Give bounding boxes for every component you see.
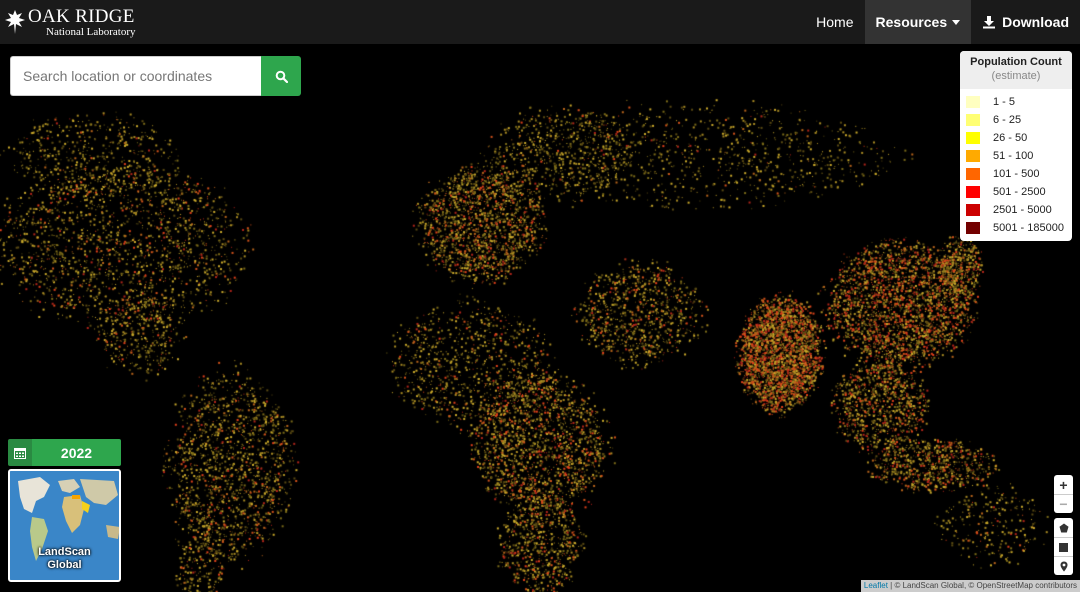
year-value: 2022 xyxy=(32,439,121,466)
leaf-icon xyxy=(5,10,25,34)
search-bar xyxy=(10,56,301,96)
map-attribution: Leaflet | © LandScan Global, © OpenStree… xyxy=(860,580,1080,592)
nav-download-label: Download xyxy=(1002,14,1069,30)
legend-label: 5001 - 185000 xyxy=(993,222,1064,234)
draw-marker-button[interactable] xyxy=(1054,556,1073,575)
nav-download[interactable]: Download xyxy=(971,0,1080,44)
search-button[interactable] xyxy=(261,56,301,96)
basemap-label: LandScan Global xyxy=(10,546,119,572)
zoom-control: + − xyxy=(1054,475,1073,513)
legend-header: Population Count (estimate) xyxy=(960,51,1072,89)
logo-subtitle: National Laboratory xyxy=(46,25,136,38)
legend-item: 101 - 500 xyxy=(960,165,1072,183)
legend-swatch xyxy=(966,186,980,198)
legend-item: 1 - 5 xyxy=(960,93,1072,111)
legend-label: 26 - 50 xyxy=(993,132,1028,144)
legend-item: 51 - 100 xyxy=(960,147,1072,165)
legend-title: Population Count xyxy=(970,56,1062,68)
legend-swatch xyxy=(966,168,980,180)
nav-resources[interactable]: Resources xyxy=(864,0,972,44)
nav-resources-label: Resources xyxy=(875,14,948,30)
caret-down-icon xyxy=(952,19,961,25)
ornl-logo[interactable]: OAK RIDGE National Laboratory xyxy=(4,6,136,38)
search-input[interactable] xyxy=(10,56,261,96)
legend-swatch xyxy=(966,222,980,234)
population-legend: Population Count (estimate) 1 - 5 6 - 25 2… xyxy=(960,51,1072,241)
polygon-icon xyxy=(1059,523,1068,532)
legend-item: 5001 - 185000 xyxy=(960,219,1072,237)
legend-label: 6 - 25 xyxy=(993,114,1022,126)
main-nav: Home Resources Download xyxy=(805,0,1080,44)
legend-label: 1 - 5 xyxy=(993,96,1016,108)
nav-home[interactable]: Home xyxy=(805,0,864,44)
legend-swatch xyxy=(966,132,980,144)
legend-swatch xyxy=(966,150,980,162)
legend-item: 501 - 2500 xyxy=(960,183,1072,201)
legend-label: 51 - 100 xyxy=(993,150,1034,162)
legend-swatch xyxy=(966,96,980,108)
search-icon xyxy=(275,70,288,83)
zoom-out-button[interactable]: − xyxy=(1054,494,1073,513)
legend-swatch xyxy=(966,204,980,216)
draw-toolbar xyxy=(1054,518,1073,575)
year-selector[interactable]: 2022 xyxy=(8,439,121,466)
marker-icon xyxy=(1060,561,1067,571)
legend-item: 2501 - 5000 xyxy=(960,201,1072,219)
legend-item: 26 - 50 xyxy=(960,129,1072,147)
attribution-text: | © LandScan Global, © OpenStreetMap con… xyxy=(887,581,1077,590)
legend-swatch xyxy=(966,114,980,126)
rectangle-icon xyxy=(1059,542,1068,552)
leaflet-link[interactable]: Leaflet xyxy=(864,581,888,590)
calendar-icon xyxy=(8,439,32,466)
basemap-switcher[interactable]: LandScan Global xyxy=(8,469,121,582)
nav-home-label: Home xyxy=(816,14,854,30)
draw-polygon-button[interactable] xyxy=(1054,518,1073,537)
legend-label: 101 - 500 xyxy=(993,168,1040,180)
basemap-label-line1: LandScan xyxy=(38,546,91,558)
download-icon xyxy=(983,16,996,29)
logo-title: OAK RIDGE xyxy=(28,5,135,27)
basemap-label-line2: Global xyxy=(47,559,82,571)
zoom-in-button[interactable]: + xyxy=(1054,475,1073,494)
legend-label: 2501 - 5000 xyxy=(993,204,1052,216)
top-navbar: OAK RIDGE National Laboratory Home Resou… xyxy=(0,0,1080,44)
legend-item: 6 - 25 xyxy=(960,111,1072,129)
legend-label: 501 - 2500 xyxy=(993,186,1046,198)
population-map[interactable] xyxy=(0,44,1080,592)
legend-subtitle: (estimate) xyxy=(991,70,1041,82)
draw-rectangle-button[interactable] xyxy=(1054,537,1073,556)
